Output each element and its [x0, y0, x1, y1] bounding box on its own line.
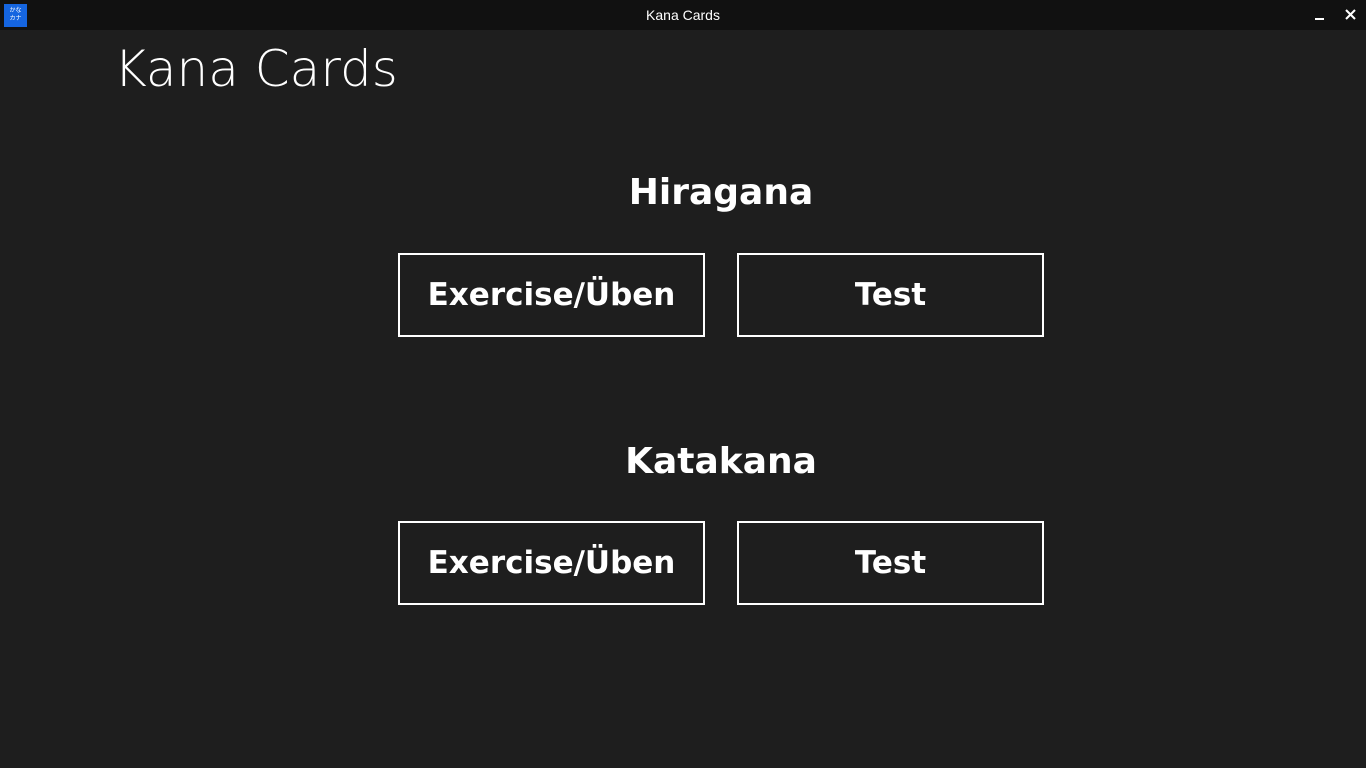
app-icon-text-hiragana: かな [9, 7, 22, 14]
page-title: Kana Cards [114, 40, 398, 98]
window-title: Kana Cards [646, 7, 720, 23]
hiragana-section-title: Hiragana [628, 172, 814, 213]
close-button[interactable] [1336, 0, 1366, 30]
hiragana-exercise-button[interactable]: Exercise/Üben [398, 253, 705, 337]
app-icon-text-katakana: カナ [9, 15, 22, 22]
hiragana-test-button[interactable]: Test [737, 253, 1044, 337]
katakana-exercise-button[interactable]: Exercise/Üben [398, 521, 705, 605]
katakana-test-button[interactable]: Test [737, 521, 1044, 605]
katakana-section-title: Katakana [625, 441, 817, 482]
minimize-button[interactable] [1305, 0, 1335, 30]
close-icon [1345, 9, 1356, 20]
app-icon: かな カナ [4, 4, 27, 27]
title-bar: かな カナ Kana Cards [0, 0, 1366, 30]
minimize-icon [1315, 18, 1324, 20]
